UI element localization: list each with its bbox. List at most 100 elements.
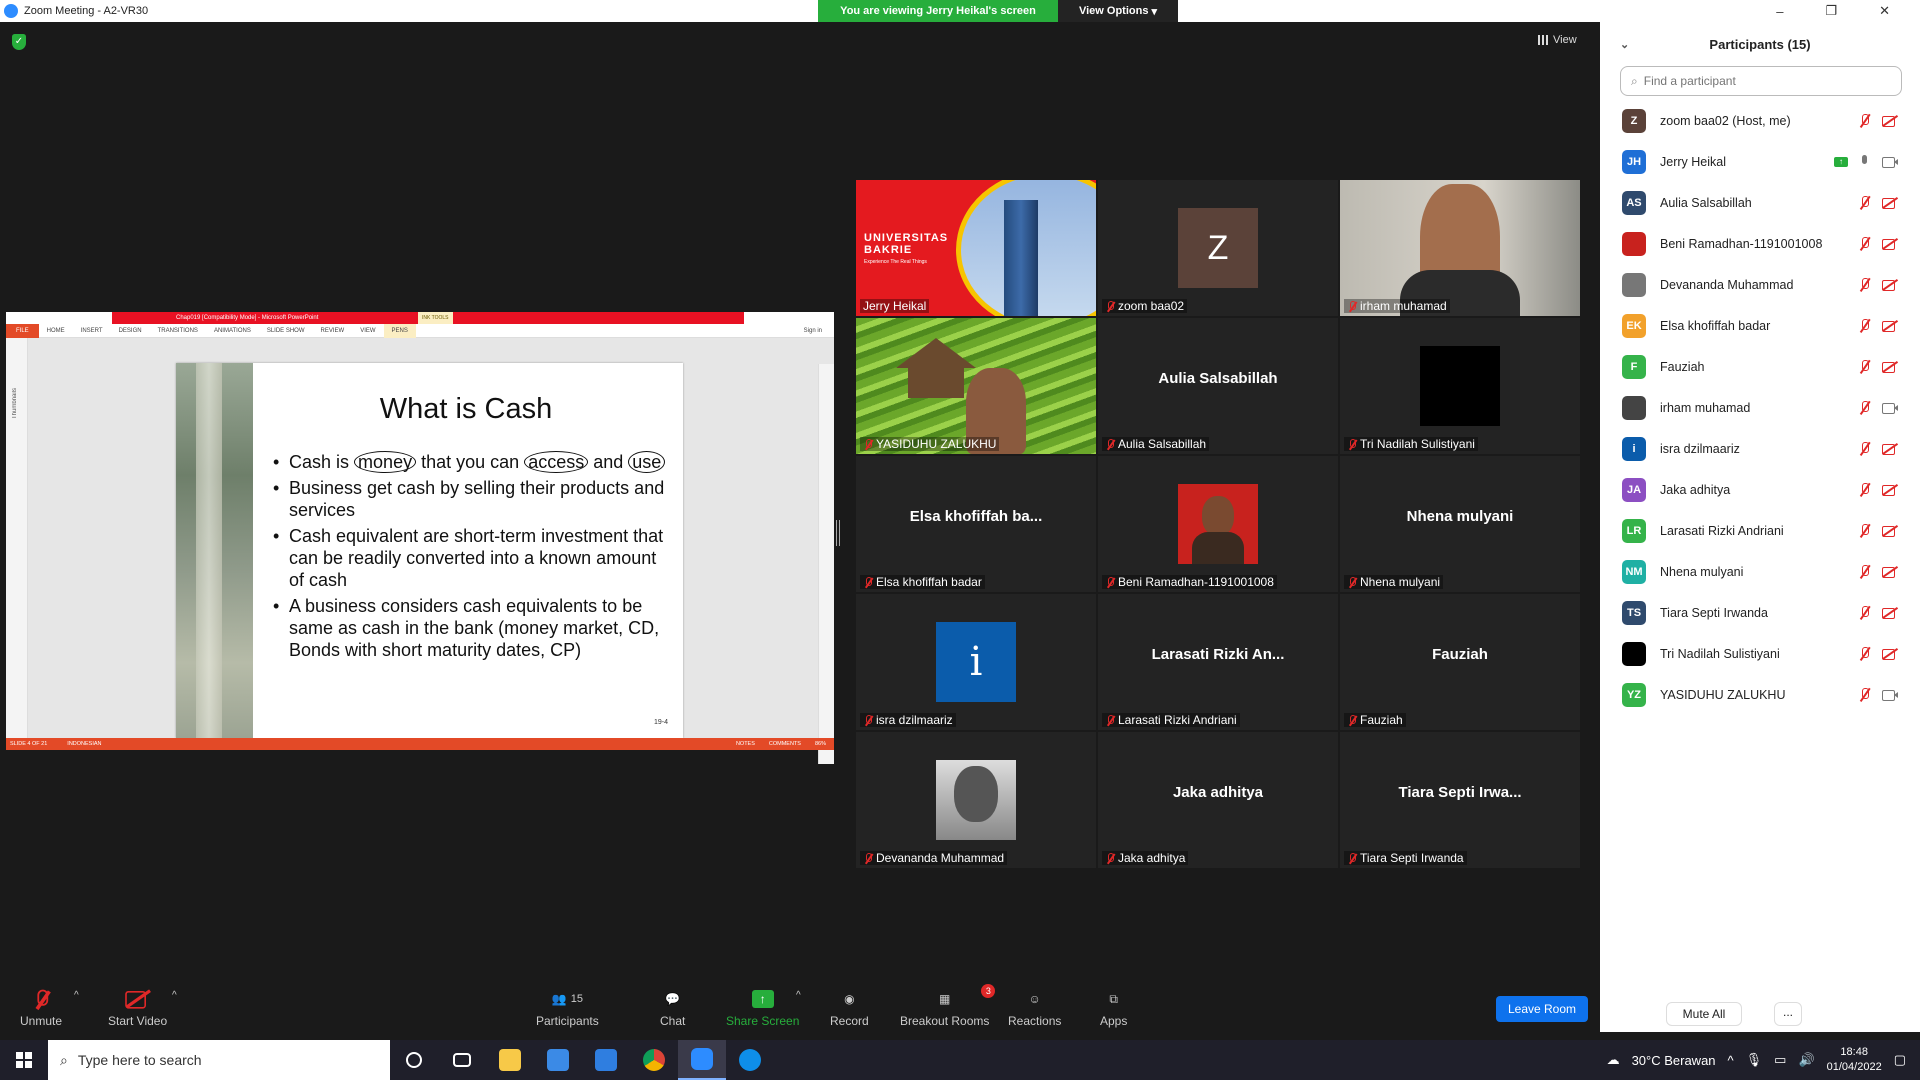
task-view-icon[interactable]	[438, 1040, 486, 1080]
mail-icon[interactable]	[582, 1040, 630, 1080]
participant-search-input[interactable]	[1643, 74, 1901, 88]
ppt-tab-transitions[interactable]: TRANSITIONS	[150, 328, 206, 334]
view-options-button[interactable]: View Options ▾	[1058, 0, 1178, 22]
video-tile-zoom[interactable]: Z zoom baa02	[1098, 180, 1338, 316]
mic-muted-icon[interactable]	[1858, 113, 1872, 128]
volume-icon[interactable]: 🔊	[1798, 1052, 1814, 1068]
start-button[interactable]	[0, 1040, 48, 1080]
view-button[interactable]: View	[1538, 34, 1577, 46]
video-tile-jaka[interactable]: Jaka adhitya Jaka adhitya	[1098, 732, 1338, 868]
mic-muted-icon[interactable]	[1858, 482, 1872, 497]
store-icon[interactable]	[534, 1040, 582, 1080]
notifications-icon[interactable]: ▢	[1894, 1052, 1906, 1068]
security-shield-icon[interactable]: ✓	[12, 34, 26, 50]
comments-button[interactable]: COMMENTS	[769, 741, 801, 747]
chat-button[interactable]: 💬 Chat	[660, 988, 685, 1028]
breakout-rooms-button[interactable]: ▦ 3 Breakout Rooms	[900, 984, 996, 1028]
video-tile-nhena[interactable]: Nhena mulyani Nhena mulyani	[1340, 456, 1580, 592]
video-icon[interactable]	[1882, 156, 1898, 168]
zoom-taskbar-icon[interactable]	[678, 1040, 726, 1080]
mic-muted-icon[interactable]	[1858, 400, 1872, 415]
shared-screen[interactable]: Chap019 [Compatibility Mode] - Microsoft…	[6, 312, 834, 764]
video-tile-tri[interactable]: Tri Nadilah Sulistiyani	[1340, 318, 1580, 454]
close-button[interactable]: ✕	[1879, 3, 1890, 19]
start-video-button[interactable]: Start Video	[108, 988, 167, 1028]
video-tile-elsa[interactable]: Elsa khofiffah ba... Elsa khofiffah bada…	[856, 456, 1096, 592]
cortana-icon[interactable]	[390, 1040, 438, 1080]
mic-muted-icon[interactable]	[1858, 277, 1872, 292]
chrome-icon[interactable]	[630, 1040, 678, 1080]
taskbar-search[interactable]: ⌕ Type here to search	[48, 1040, 390, 1080]
participant-search[interactable]: ⌕	[1620, 66, 1902, 96]
video-tile-tiara[interactable]: Tiara Septi Irwa... Tiara Septi Irwanda	[1340, 732, 1580, 868]
mic-muted-icon[interactable]	[1858, 236, 1872, 251]
participant-row[interactable]: Beni Ramadhan-1191001008	[1600, 223, 1920, 264]
mic-muted-icon[interactable]	[1858, 441, 1872, 456]
apps-button[interactable]: ⧉ Apps	[1100, 988, 1127, 1029]
mic-muted-icon[interactable]	[1858, 359, 1872, 374]
split-handle[interactable]	[836, 520, 840, 546]
share-screen-button[interactable]: ↑ Share Screen	[726, 988, 799, 1028]
video-tile-fauziah[interactable]: Fauziah Fauziah	[1340, 594, 1580, 730]
video-off-icon[interactable]	[1882, 607, 1898, 619]
video-icon[interactable]	[1882, 689, 1898, 701]
clock[interactable]: 18:48 01/04/2022	[1827, 1045, 1882, 1075]
unmute-button[interactable]: Unmute	[20, 988, 62, 1028]
reactions-button[interactable]: ☺ Reactions	[1008, 988, 1061, 1028]
video-off-icon[interactable]	[1882, 238, 1898, 250]
mic-muted-icon[interactable]	[1858, 687, 1872, 702]
ppt-sign-in[interactable]: Sign in	[796, 328, 834, 334]
file-explorer-icon[interactable]	[486, 1040, 534, 1080]
ppt-tab-design[interactable]: DESIGN	[111, 328, 150, 334]
video-icon[interactable]	[1882, 402, 1898, 414]
video-off-icon[interactable]	[1882, 566, 1898, 578]
audio-options-caret[interactable]: ^	[74, 990, 79, 1001]
participant-row[interactable]: Tri Nadilah Sulistiyani	[1600, 633, 1920, 674]
mic-muted-icon[interactable]	[1858, 523, 1872, 538]
participant-row[interactable]: F Fauziah	[1600, 346, 1920, 387]
participant-row[interactable]: irham muhamad	[1600, 387, 1920, 428]
mic-icon[interactable]	[1858, 154, 1872, 169]
minimize-button[interactable]: –	[1776, 4, 1783, 19]
mute-all-button[interactable]: Mute All	[1666, 1002, 1742, 1026]
participant-row[interactable]: Devananda Muhammad	[1600, 264, 1920, 305]
video-tile-aulia[interactable]: Aulia Salsabillah Aulia Salsabillah	[1098, 318, 1338, 454]
participant-row[interactable]: LR Larasati Rizki Andriani	[1600, 510, 1920, 551]
video-tile-isra[interactable]: i isra dzilmaariz	[856, 594, 1096, 730]
video-off-icon[interactable]	[1882, 320, 1898, 332]
weather-icon[interactable]: ☁	[1607, 1052, 1620, 1068]
ppt-tab-home[interactable]: HOME	[39, 328, 73, 334]
video-off-icon[interactable]	[1882, 115, 1898, 127]
video-tile-irham[interactable]: irham muhamad	[1340, 180, 1580, 316]
participant-row[interactable]: TS Tiara Septi Irwanda	[1600, 592, 1920, 633]
mic-muted-icon[interactable]	[1858, 318, 1872, 333]
ppt-tab-review[interactable]: REVIEW	[313, 328, 353, 334]
participant-row[interactable]: EK Elsa khofiffah badar	[1600, 305, 1920, 346]
participant-row[interactable]: YZ YASIDUHU ZALUKHU	[1600, 674, 1920, 715]
maximize-button[interactable]: ❐	[1825, 3, 1837, 19]
video-off-icon[interactable]	[1882, 279, 1898, 291]
participant-row[interactable]: JA Jaka adhitya	[1600, 469, 1920, 510]
more-button[interactable]: ...	[1774, 1002, 1802, 1026]
tray-chevron-icon[interactable]: ^	[1728, 1053, 1734, 1068]
participants-button[interactable]: 👥 15 Participants	[536, 988, 599, 1028]
participant-row[interactable]: NM Nhena mulyani	[1600, 551, 1920, 592]
video-tile-devananda[interactable]: Devananda Muhammad	[856, 732, 1096, 868]
teamviewer-icon[interactable]	[726, 1040, 774, 1080]
mic-muted-icon[interactable]	[1858, 564, 1872, 579]
record-button[interactable]: ◉ Record	[830, 988, 869, 1028]
participant-row[interactable]: AS Aulia Salsabillah	[1600, 182, 1920, 223]
ppt-tab-view[interactable]: VIEW	[352, 328, 383, 334]
video-off-icon[interactable]	[1882, 648, 1898, 660]
video-off-icon[interactable]	[1882, 361, 1898, 373]
video-options-caret[interactable]: ^	[172, 990, 177, 1001]
weather-text[interactable]: 30°C Berawan	[1632, 1053, 1716, 1068]
ppt-scrollbar[interactable]	[818, 364, 834, 764]
video-tile-larasati[interactable]: Larasati Rizki An... Larasati Rizki Andr…	[1098, 594, 1338, 730]
microphone-tray-icon[interactable]: 🎙	[1746, 1052, 1763, 1068]
video-off-icon[interactable]	[1882, 197, 1898, 209]
network-icon[interactable]: ▭	[1774, 1052, 1786, 1068]
ppt-tab-file[interactable]: FILE	[6, 323, 39, 338]
video-tile-yasiduhu[interactable]: YASIDUHU ZALUKHU	[856, 318, 1096, 454]
ppt-tab-animations[interactable]: ANIMATIONS	[206, 328, 259, 334]
